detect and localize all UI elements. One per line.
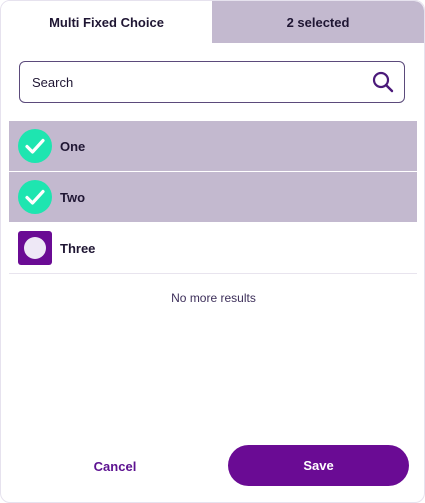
cancel-button[interactable]: Cancel	[41, 446, 189, 486]
search-icon[interactable]	[372, 71, 394, 93]
empty-circle-icon	[18, 231, 52, 265]
option-label: Three	[60, 241, 96, 256]
tab-multi-fixed-choice[interactable]: Multi Fixed Choice	[1, 1, 212, 43]
checkmark-circle-icon	[18, 180, 52, 214]
checkmark-circle-icon	[18, 129, 52, 163]
option-label: Two	[60, 190, 86, 205]
tab-selected-count[interactable]: 2 selected	[212, 1, 424, 43]
no-more-results-text: No more results	[171, 291, 256, 305]
search-box	[19, 61, 405, 103]
multi-choice-panel: Multi Fixed Choice 2 selected One Two	[0, 0, 425, 503]
option-three[interactable]: Three	[9, 223, 417, 274]
tab-bar: Multi Fixed Choice 2 selected	[1, 1, 424, 43]
save-button[interactable]: Save	[228, 445, 409, 486]
option-label: One	[60, 139, 86, 154]
options-list: One Two Three	[9, 121, 417, 274]
option-one[interactable]: One	[9, 121, 417, 172]
option-two[interactable]: Two	[9, 172, 417, 223]
search-input[interactable]	[30, 62, 364, 103]
